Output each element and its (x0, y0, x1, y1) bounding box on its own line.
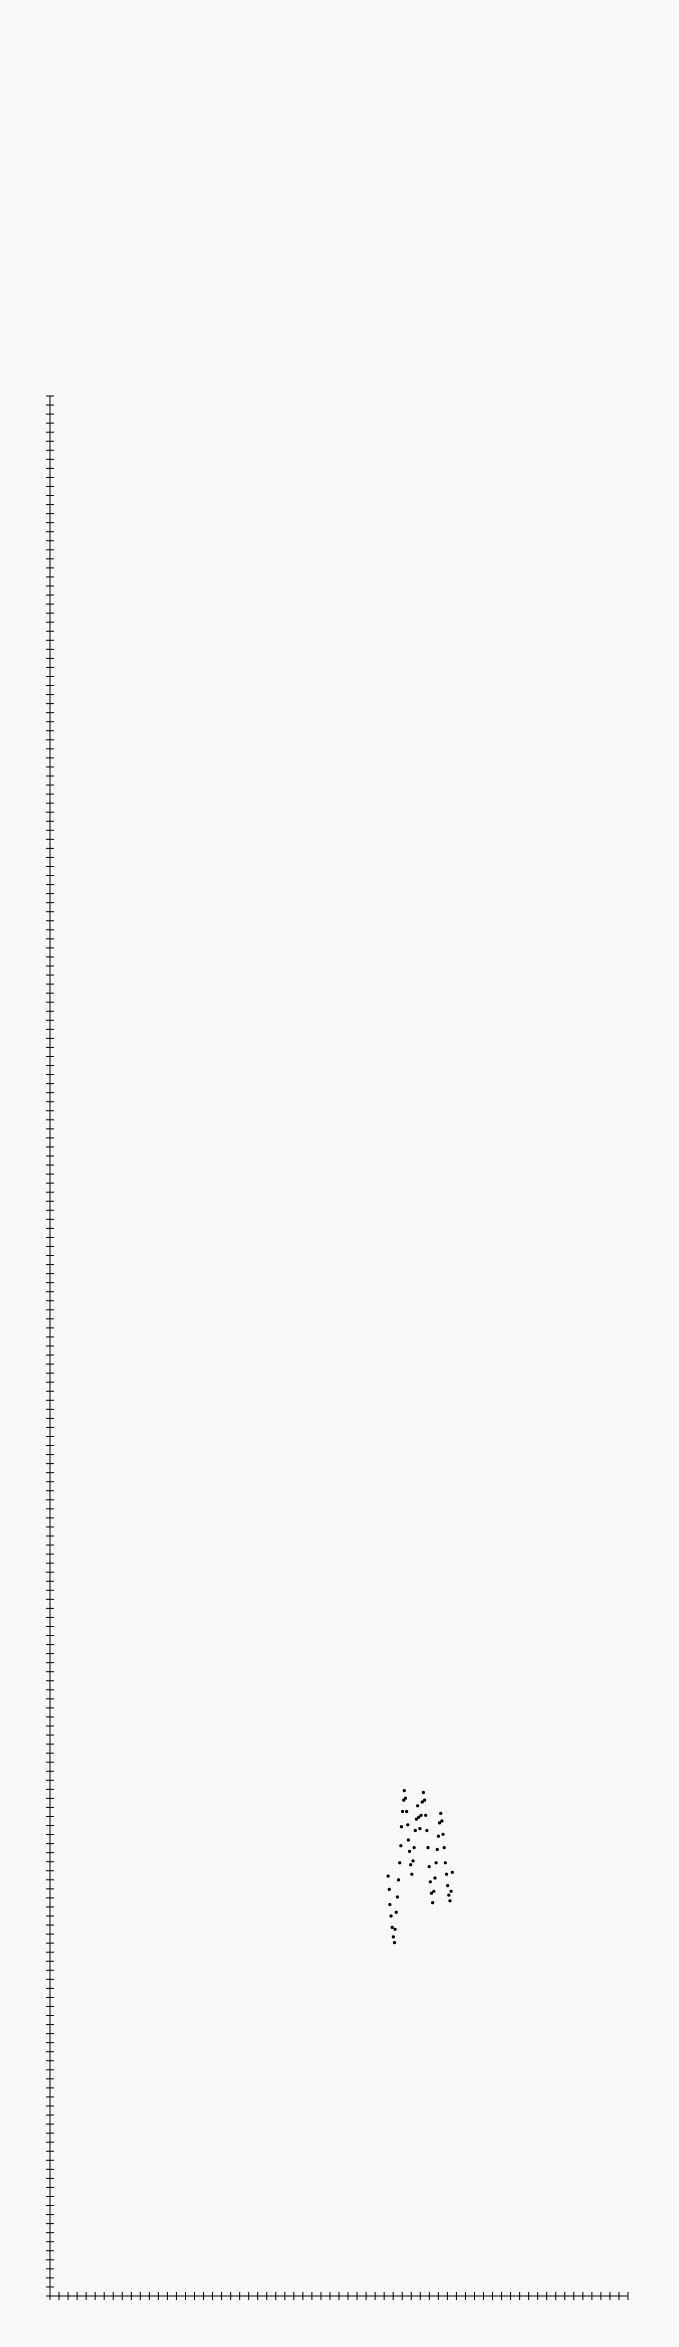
scatter-points (386, 1789, 454, 1945)
data-point (449, 1889, 453, 1893)
data-point (392, 1941, 397, 1945)
data-point (450, 1870, 454, 1874)
data-point (418, 1827, 422, 1831)
data-point (442, 1846, 446, 1850)
data-point (422, 1798, 427, 1802)
data-point (412, 1846, 416, 1850)
data-point (394, 1910, 398, 1914)
data-point (441, 1832, 445, 1836)
data-point (444, 1872, 449, 1876)
data-point (387, 1887, 391, 1891)
data-point (395, 1895, 399, 1899)
data-point (428, 1880, 432, 1884)
data-point (405, 1809, 409, 1814)
data-point (421, 1790, 425, 1795)
data-point (426, 1846, 430, 1850)
data-point (439, 1811, 443, 1815)
data-point (409, 1863, 413, 1867)
data-point (407, 1849, 412, 1853)
y-axis (46, 395, 54, 2297)
data-point (403, 1796, 408, 1800)
data-point (399, 1825, 404, 1829)
data-point (435, 1847, 439, 1852)
data-point (393, 1927, 397, 1931)
data-point (389, 1914, 393, 1918)
data-point (390, 1925, 394, 1929)
data-point (433, 1876, 437, 1880)
data-point (447, 1893, 451, 1897)
data-point (398, 1861, 402, 1865)
data-point (419, 1813, 423, 1817)
data-point (391, 1935, 395, 1939)
data-point (413, 1828, 417, 1833)
data-point (410, 1872, 414, 1876)
data-point (443, 1861, 447, 1865)
data-point (416, 1804, 420, 1808)
data-point (406, 1823, 410, 1827)
data-point (400, 1809, 405, 1814)
data-point (427, 1865, 431, 1869)
data-point (425, 1828, 429, 1833)
data-point (402, 1789, 406, 1793)
data-point (406, 1838, 410, 1842)
scatter-chart (46, 395, 629, 2300)
data-point (386, 1874, 390, 1878)
data-point (424, 1813, 428, 1817)
data-point (446, 1884, 450, 1888)
data-point (411, 1859, 415, 1863)
data-point (436, 1834, 441, 1838)
data-point (432, 1889, 436, 1893)
x-axis (49, 2292, 629, 2300)
data-point (388, 1903, 392, 1907)
data-point (396, 1878, 401, 1882)
data-point (399, 1844, 403, 1848)
data-point (434, 1861, 438, 1865)
data-point (431, 1901, 435, 1905)
data-point (448, 1899, 452, 1903)
data-point (440, 1819, 444, 1823)
